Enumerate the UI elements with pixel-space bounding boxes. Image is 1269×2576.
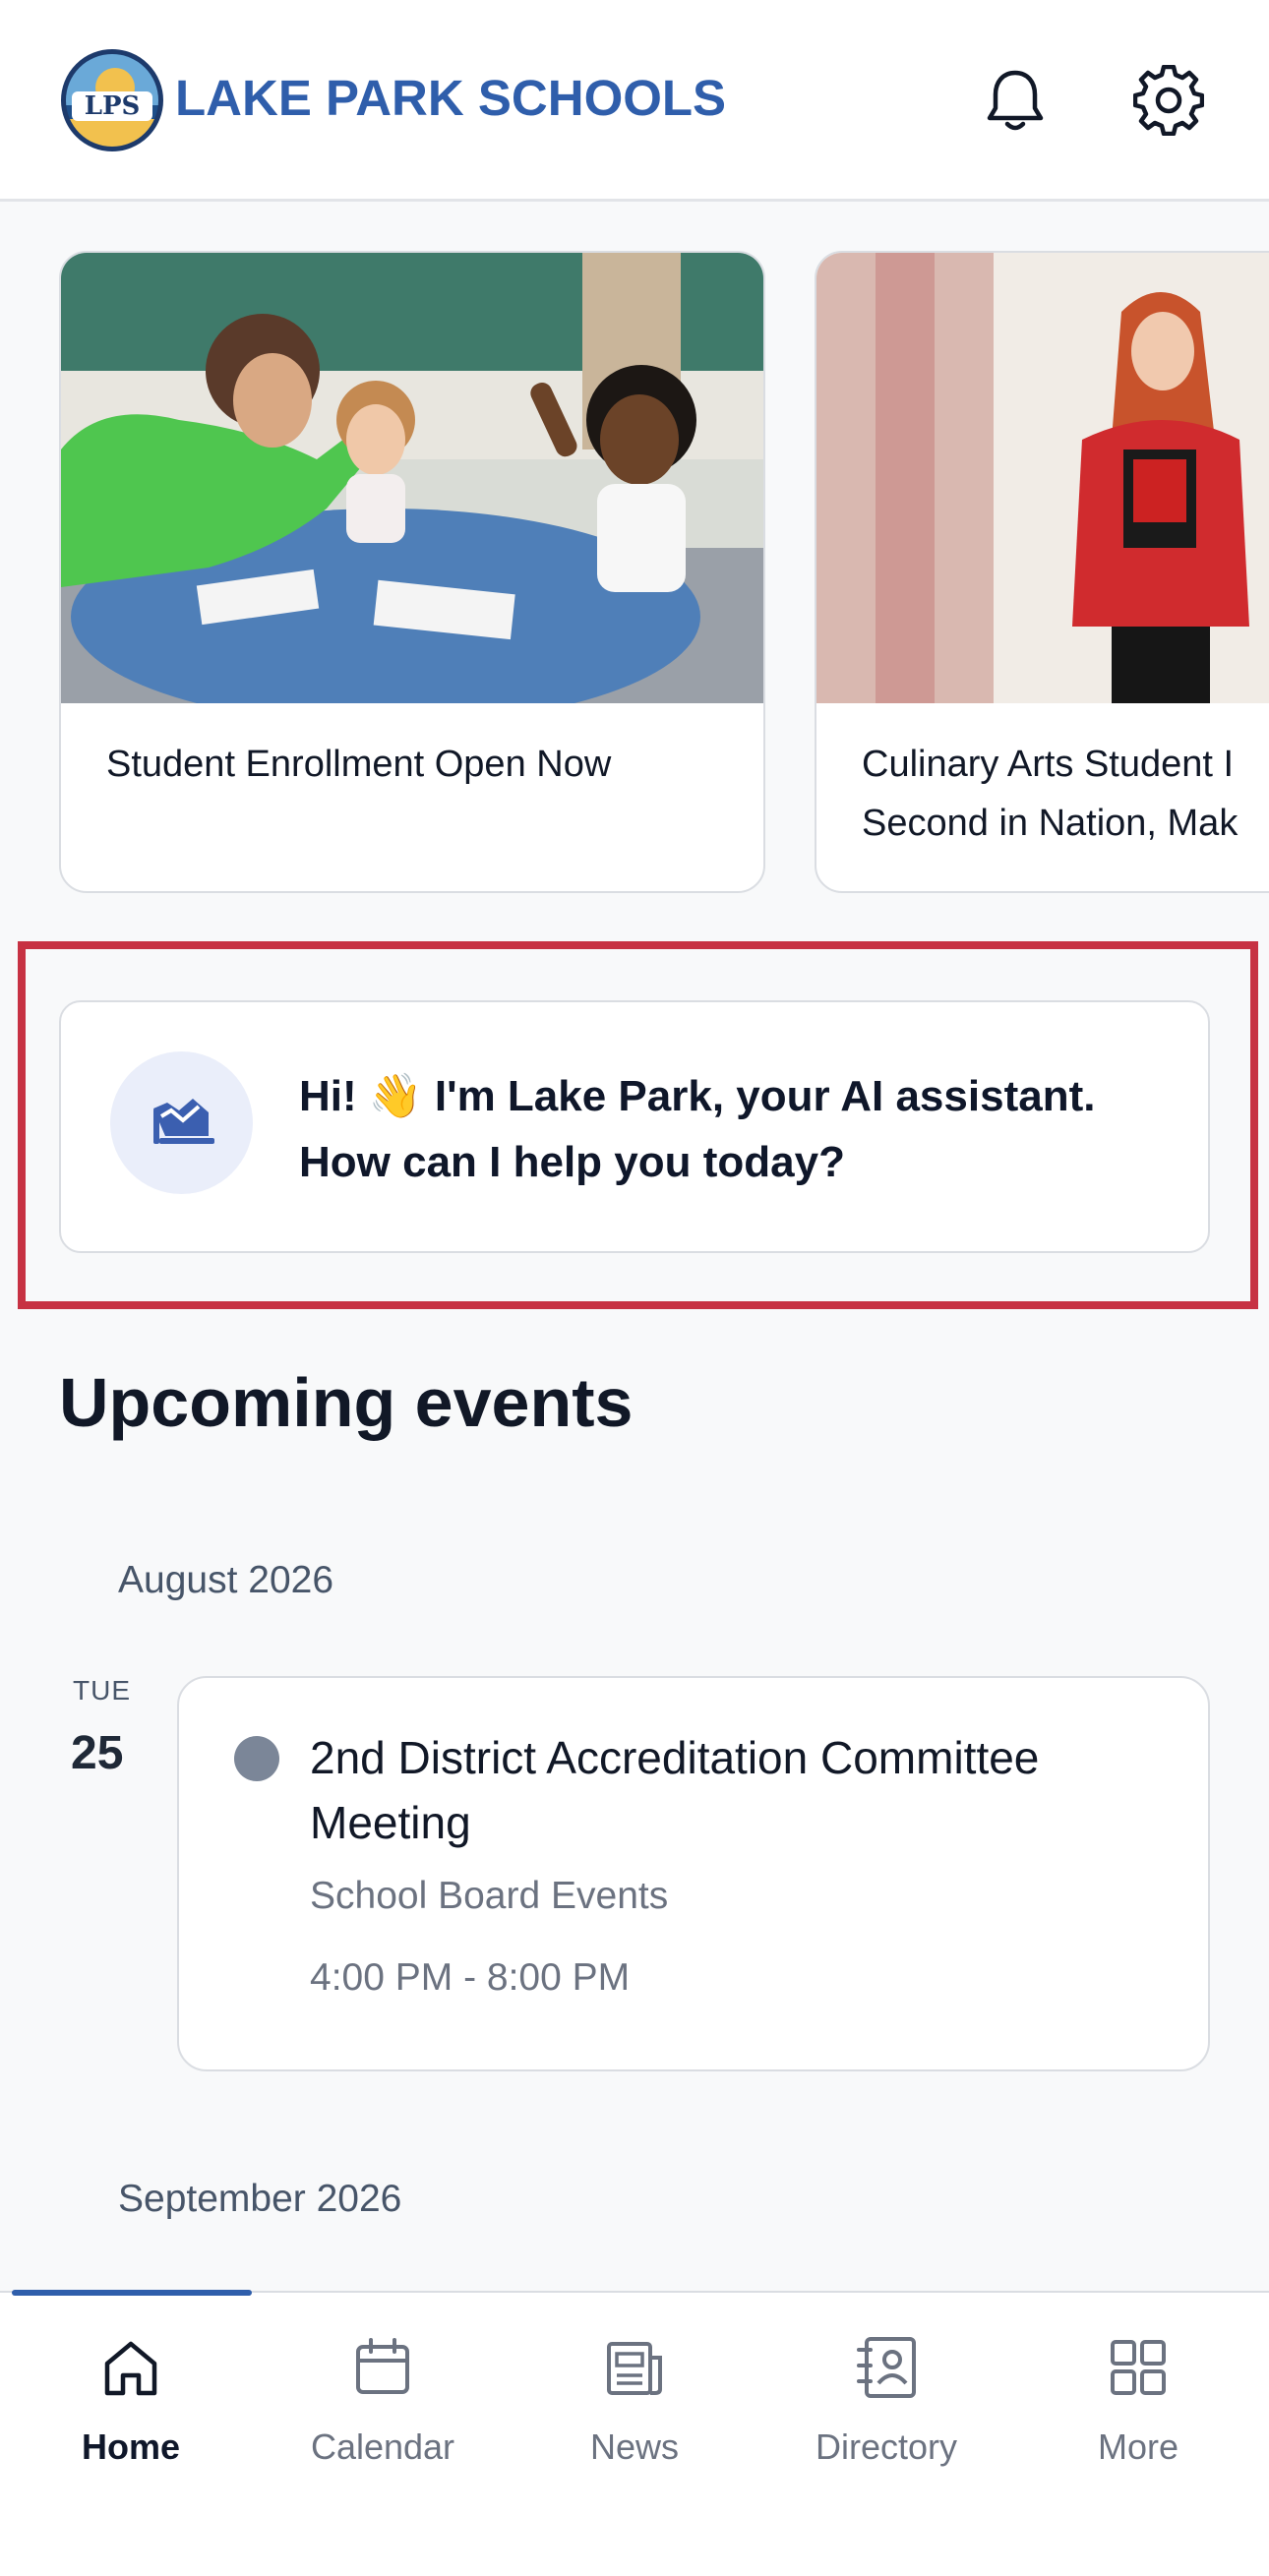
ai-assistant-card[interactable]: Hi! 👋 I'm Lake Park, your AI assistant. … (59, 1000, 1210, 1253)
news-card[interactable]: Culinary Arts Student I Second in Nation… (815, 251, 1269, 893)
app-header: LPS LAKE PARK SCHOOLS (0, 0, 1269, 202)
bell-icon[interactable] (980, 65, 1051, 136)
calendar-icon (356, 2338, 409, 2394)
month-header: August 2026 (118, 1559, 334, 1601)
tab-home[interactable]: Home (5, 2293, 257, 2489)
assistant-greeting: Hi! 👋 I'm Lake Park, your AI assistant. … (299, 1072, 1096, 1186)
tab-label: Home (81, 2426, 181, 2467)
tab-label: Calendar (310, 2426, 455, 2467)
tab-calendar[interactable]: Calendar (257, 2293, 509, 2489)
news-carousel[interactable]: Student Enrollment Open Now Culinary Art… (0, 251, 1269, 895)
tab-directory[interactable]: Directory (760, 2293, 1012, 2489)
news-card[interactable]: Student Enrollment Open Now (59, 251, 765, 893)
bottom-tab-bar: Home Calendar News Directory More (0, 2290, 1269, 2576)
event-weekday: TUE (73, 1675, 131, 1706)
tab-news[interactable]: News (509, 2293, 760, 2489)
event-calendar-name: School Board Events (310, 1875, 669, 1917)
grid-icon (1111, 2340, 1166, 2395)
news-card-image (816, 253, 1269, 703)
section-title: Upcoming events (59, 1364, 634, 1441)
event-card[interactable]: 2nd District Accreditation Committee Mee… (177, 1676, 1210, 2071)
calendar-color-dot (234, 1736, 279, 1781)
event-day-number: 25 (71, 1727, 124, 1779)
gear-icon[interactable] (1132, 64, 1205, 137)
home-icon (104, 2341, 157, 2396)
ai-assistant-icon (110, 1051, 253, 1194)
news-card-title: Student Enrollment Open Now (106, 744, 612, 785)
tab-label: Directory (815, 2426, 958, 2467)
tab-label: More (1097, 2426, 1179, 2467)
event-time: 4:00 PM - 8:00 PM (310, 1956, 631, 1999)
school-logo: LPS (61, 49, 163, 151)
directory-icon (857, 2337, 916, 2398)
news-card-image (61, 253, 763, 725)
news-icon (607, 2342, 662, 2395)
tab-more[interactable]: More (1012, 2293, 1264, 2489)
event-title: 2nd District Accreditation Committee Mee… (310, 1732, 1040, 1848)
month-header: September 2026 (118, 2178, 402, 2220)
news-card-title: Culinary Arts Student I Second in Nation… (862, 744, 1239, 844)
tab-label: News (589, 2426, 680, 2467)
logo-text: LPS (72, 91, 152, 121)
brand-title: LAKE PARK SCHOOLS (175, 70, 727, 126)
